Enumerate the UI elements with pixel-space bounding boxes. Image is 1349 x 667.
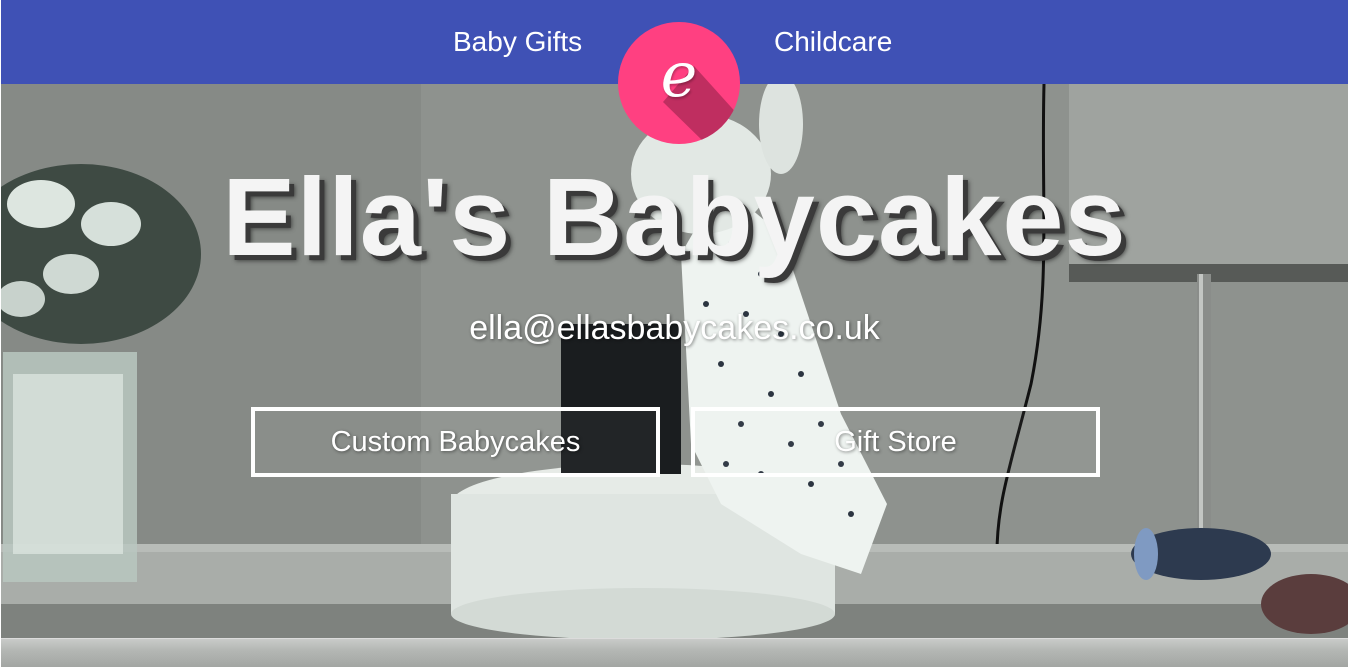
custom-babycakes-button[interactable]: Custom Babycakes xyxy=(251,407,660,477)
logo-icon[interactable]: e xyxy=(618,22,740,144)
contact-email: ella@ellasbabycakes.co.uk xyxy=(469,309,880,347)
hero-title: Ella's Babycakes xyxy=(222,156,1127,279)
logo-letter: e xyxy=(660,38,698,111)
page: Baby Gifts Childcare e Ella's Babycakes … xyxy=(0,0,1349,667)
nav-link-baby-gifts[interactable]: Baby Gifts xyxy=(453,24,582,60)
nav-link-childcare[interactable]: Childcare xyxy=(774,24,892,60)
next-section-edge xyxy=(1,638,1348,667)
gift-store-button[interactable]: Gift Store xyxy=(691,407,1100,477)
hero-section: Ella's Babycakes ella@ellasbabycakes.co.… xyxy=(1,84,1348,638)
